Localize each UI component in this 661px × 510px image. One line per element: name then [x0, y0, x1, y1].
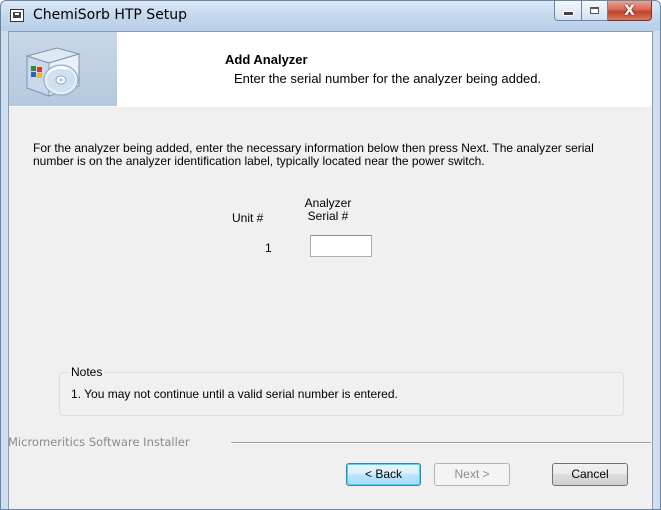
setup-window: ChemiSorb HTP Setup X Add Analyzer Enter… [0, 0, 661, 510]
close-button[interactable]: X [608, 1, 652, 21]
installer-box-cd-icon [25, 47, 81, 97]
footer-divider [231, 442, 651, 444]
unit-column-header: Unit # [232, 211, 264, 225]
instructions-text: For the analyzer being added, enter the … [33, 141, 594, 168]
installer-brand: Micromeritics Software Installer [8, 435, 190, 449]
notes-legend: Notes [68, 365, 106, 379]
window-title: ChemiSorb HTP Setup [33, 7, 188, 23]
dialog-client-area: Add Analyzer Enter the serial number for… [8, 31, 653, 509]
serial-column-header: Analyzer Serial # [303, 197, 353, 223]
setup-app-icon[interactable] [10, 9, 24, 22]
unit-number: 1 [265, 241, 272, 255]
next-button[interactable]: Next > [434, 463, 510, 486]
maximize-button[interactable] [582, 1, 608, 21]
close-icon: X [624, 2, 635, 19]
cancel-button[interactable]: Cancel [552, 463, 628, 486]
note-item: 1. You may not continue until a valid se… [71, 387, 398, 401]
back-button[interactable]: < Back [346, 463, 421, 486]
window-controls: X [554, 1, 652, 22]
header-divider [9, 106, 652, 107]
minimize-button[interactable] [554, 1, 582, 21]
minimize-icon [562, 11, 574, 16]
header-graphic [9, 32, 117, 106]
page-title: Add Analyzer [225, 52, 308, 67]
wizard-header: Add Analyzer Enter the serial number for… [9, 32, 652, 107]
maximize-icon [590, 7, 599, 14]
serial-header-line2: Serial # [307, 209, 349, 223]
notes-group: Notes 1. You may not continue until a va… [59, 365, 624, 416]
serial-number-input[interactable] [310, 235, 372, 257]
title-bar[interactable]: ChemiSorb HTP Setup X [1, 1, 660, 31]
page-subtitle: Enter the serial number for the analyzer… [234, 71, 542, 86]
